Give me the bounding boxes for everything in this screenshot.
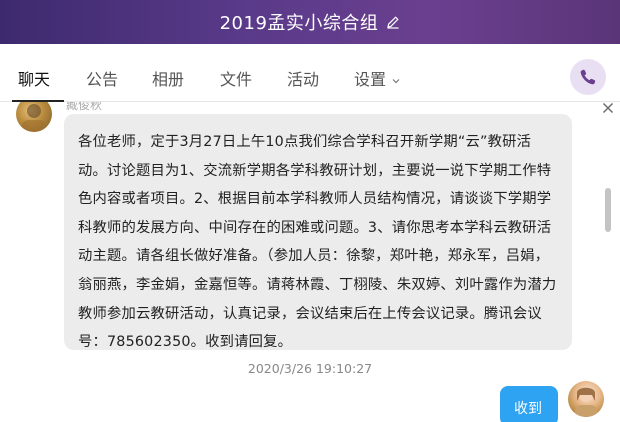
tab-album[interactable]: 相册 <box>152 66 184 90</box>
title-bar: 2019孟实小综合组 <box>0 0 620 44</box>
reply-bubble[interactable]: 收到 <box>500 386 558 422</box>
tab-activities[interactable]: 活动 <box>287 66 319 90</box>
tab-settings-label: 设置 <box>354 70 387 89</box>
tab-files[interactable]: 文件 <box>220 66 252 90</box>
avatar-image <box>22 104 46 132</box>
tab-announcement[interactable]: 公告 <box>86 66 118 90</box>
message-timestamp: 2020/3/26 19:10:27 <box>247 361 373 376</box>
phone-icon <box>580 69 596 85</box>
chevron-down-icon <box>392 78 400 83</box>
call-button[interactable] <box>570 59 606 95</box>
chat-area[interactable]: 臧俊秋 各位老师，定于3月27日上午10点我们综合学科召开新学期“云”教研活动。… <box>0 102 620 422</box>
scrollbar-thumb[interactable] <box>605 188 611 232</box>
my-avatar[interactable] <box>568 381 604 417</box>
pencil-icon[interactable] <box>386 15 400 29</box>
tab-settings[interactable]: 设置 <box>354 66 400 90</box>
close-icon[interactable] <box>602 102 614 114</box>
tab-chat[interactable]: 聊天 <box>18 66 50 90</box>
window-title: 2019孟实小综合组 <box>219 13 379 34</box>
avatar-image <box>575 387 597 417</box>
tab-bar: 聊天 公告 相册 文件 活动 设置 <box>0 44 620 102</box>
message-bubble[interactable]: 各位老师，定于3月27日上午10点我们综合学科召开新学期“云”教研活动。讨论题目… <box>64 114 572 350</box>
sender-avatar[interactable] <box>16 102 52 132</box>
sender-name: 臧俊秋 <box>66 102 103 112</box>
